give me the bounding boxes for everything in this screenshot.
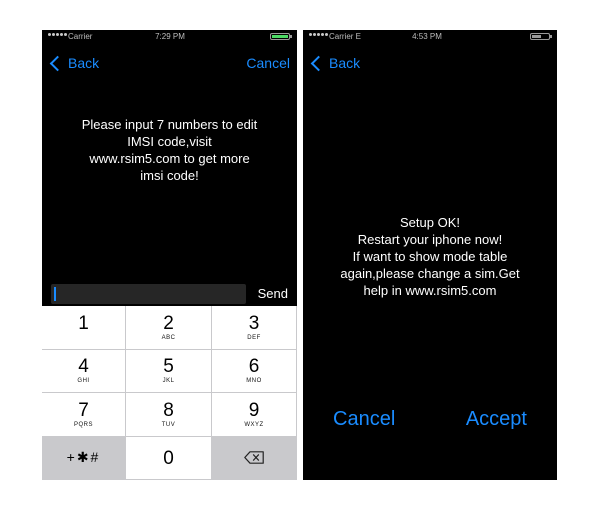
back-button[interactable]: Back — [49, 55, 100, 71]
signal-strength-icon — [309, 33, 328, 36]
input-row: Send — [42, 284, 297, 304]
battery-icon — [270, 33, 292, 40]
status-time: 7:29 PM — [155, 32, 185, 41]
key-symbols[interactable]: +✱# — [42, 436, 126, 480]
carrier-name: Carrier — [68, 32, 93, 41]
chevron-left-icon — [49, 55, 66, 71]
setup-complete-screen: Carrier E 4:53 PM Back Setup OK! Restart… — [303, 30, 557, 480]
status-time: 4:53 PM — [412, 32, 442, 41]
key-letters: TUV — [161, 421, 176, 428]
key-digit: 9 — [248, 399, 260, 421]
battery-icon — [530, 33, 552, 40]
key-letters: WXYZ — [244, 421, 264, 428]
symbols-label: +✱# — [66, 449, 101, 466]
key-letters: ABC — [161, 334, 176, 341]
key-4[interactable]: 4 GHI — [42, 349, 126, 393]
key-0[interactable]: 0 — [126, 436, 212, 480]
accept-button[interactable]: Accept — [466, 408, 527, 431]
carrier-name: Carrier E — [329, 32, 362, 41]
back-button-label: Back — [68, 55, 100, 71]
key-digit: 2 — [163, 312, 174, 334]
key-7[interactable]: 7 PQRS — [42, 393, 126, 437]
chevron-left-icon — [310, 55, 327, 71]
key-letters: PQRS — [73, 421, 93, 428]
key-digit: 0 — [163, 448, 174, 470]
key-digit: 1 — [78, 312, 89, 334]
key-digit: 3 — [248, 312, 260, 334]
text-cursor — [54, 287, 56, 301]
key-letters: GHI — [77, 378, 90, 385]
key-letters: JKL — [162, 378, 175, 385]
numeric-keypad: 1 2 ABC 3 DEF 4 GHI 5 JKL 6 MNO 7 PQRS 8 — [42, 306, 297, 480]
imsi-input[interactable] — [51, 284, 246, 304]
imsi-input-screen: Carrier 7:29 PM Back Cancel Please input… — [42, 30, 297, 480]
key-5[interactable]: 5 JKL — [126, 349, 212, 393]
key-digit: 6 — [248, 356, 260, 378]
key-2[interactable]: 2 ABC — [126, 306, 212, 350]
backspace-icon — [244, 451, 264, 465]
send-button[interactable]: Send — [258, 286, 288, 301]
cancel-button[interactable]: Cancel — [333, 408, 395, 431]
key-digit: 5 — [163, 356, 174, 378]
setup-message: Setup OK! Restart your iphone now! If wa… — [340, 215, 520, 298]
key-digit: 8 — [163, 399, 174, 421]
back-button-label: Back — [329, 55, 361, 71]
status-bar: Carrier 7:29 PM — [42, 30, 297, 44]
key-1[interactable]: 1 — [42, 306, 126, 350]
back-button[interactable]: Back — [310, 55, 361, 71]
key-digit: 4 — [78, 356, 89, 378]
key-9[interactable]: 9 WXYZ — [212, 393, 297, 437]
status-bar: Carrier E 4:53 PM — [303, 30, 557, 44]
key-digit: 7 — [78, 399, 89, 421]
key-3[interactable]: 3 DEF — [212, 306, 297, 350]
key-6[interactable]: 6 MNO — [212, 349, 297, 393]
key-backspace[interactable] — [212, 436, 297, 480]
signal-strength-icon — [48, 33, 67, 36]
instruction-message: Please input 7 numbers to edit IMSI code… — [81, 117, 258, 183]
key-letters: MNO — [246, 378, 262, 385]
cancel-button[interactable]: Cancel — [246, 55, 290, 71]
key-8[interactable]: 8 TUV — [126, 393, 212, 437]
key-letters: DEF — [247, 334, 261, 341]
